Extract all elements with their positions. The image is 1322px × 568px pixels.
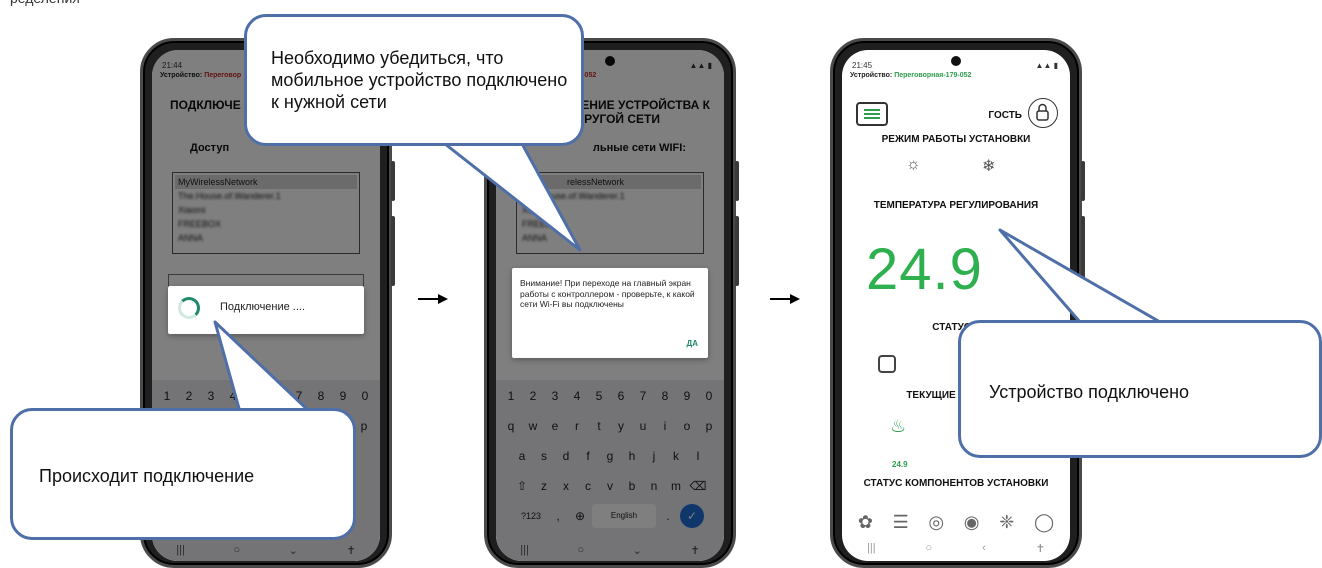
callout-connected: Устройство подключено [958, 320, 1322, 458]
callout-text: Происходит подключение [39, 466, 255, 486]
callout-connecting: Происходит подключение [10, 408, 356, 540]
callout-text: Устройство подключено [989, 382, 1190, 402]
callout-text: Необходимо убедиться, что мобильное устр… [271, 48, 568, 112]
callout-network-check: Необходимо убедиться, что мобильное устр… [244, 14, 584, 146]
